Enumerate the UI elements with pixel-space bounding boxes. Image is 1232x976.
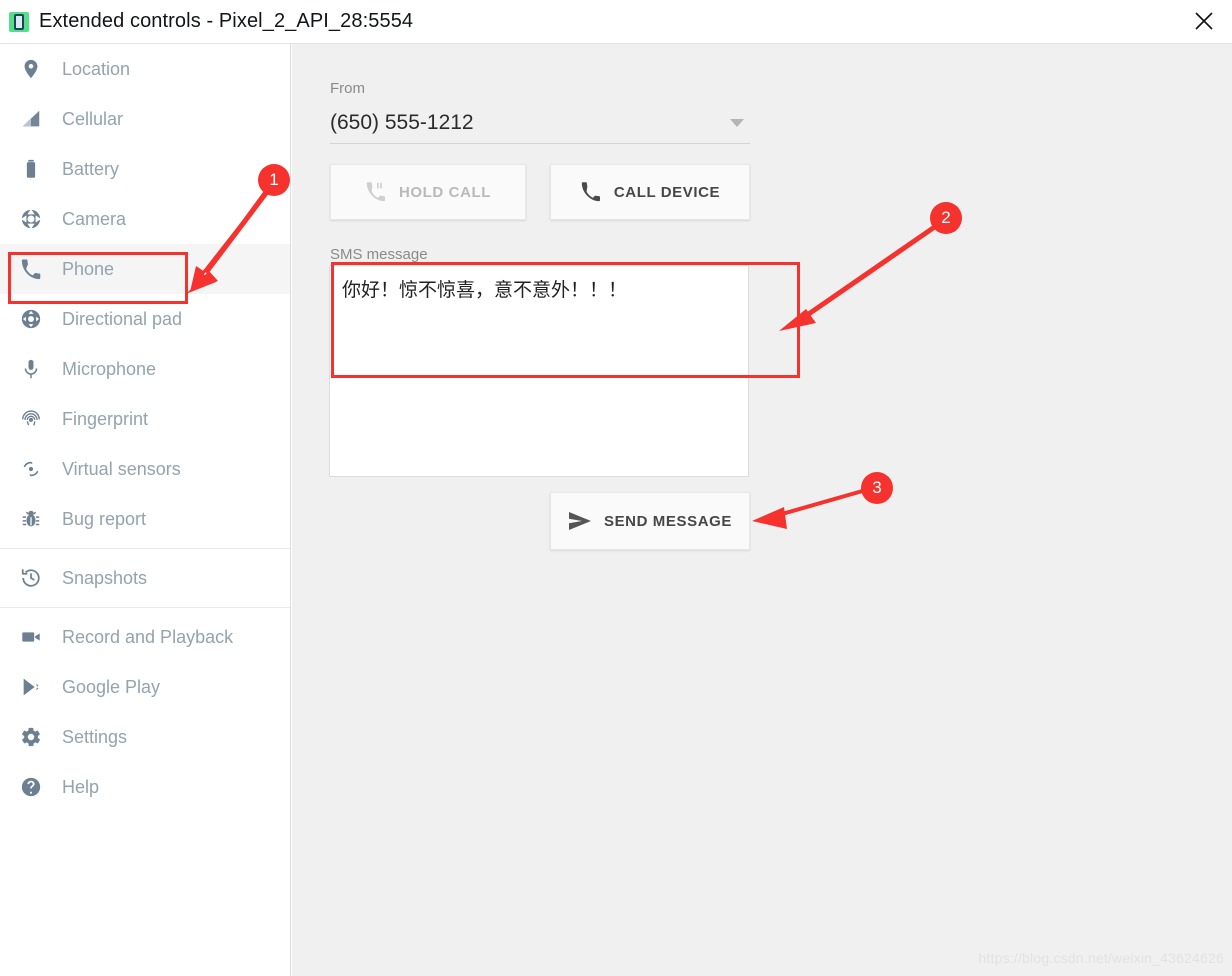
- sidebar-item-cellular[interactable]: Cellular: [0, 94, 290, 144]
- gear-icon: [18, 724, 44, 750]
- battery-icon: [18, 156, 44, 182]
- sidebar-item-label: Bug report: [62, 508, 147, 529]
- sidebar-item-phone[interactable]: Phone: [0, 244, 290, 294]
- android-emulator-icon: [9, 11, 29, 32]
- phone-handset-icon: [580, 181, 602, 203]
- close-icon[interactable]: [1182, 2, 1226, 40]
- location-pin-icon: [18, 56, 44, 82]
- call-device-label: CALL DEVICE: [613, 183, 721, 201]
- sidebar-item-battery[interactable]: Battery: [0, 144, 290, 194]
- sidebar-item-label: Microphone: [62, 358, 157, 379]
- phone-handset-icon: [18, 256, 44, 282]
- from-number-value: (650) 555-1212: [330, 110, 474, 134]
- sidebar-item-microphone[interactable]: Microphone: [0, 344, 290, 394]
- sidebar-item-bug-report[interactable]: Bug report: [0, 494, 290, 544]
- fingerprint-icon: [18, 406, 44, 432]
- sidebar-item-label: Location: [62, 58, 131, 79]
- help-circle-icon: [18, 774, 44, 800]
- hold-call-label: HOLD CALL: [398, 183, 492, 201]
- sidebar-item-label: Cellular: [62, 108, 124, 129]
- sidebar-item-help[interactable]: Help: [0, 762, 290, 812]
- cellular-signal-icon: [18, 106, 44, 132]
- sidebar-item-google-play[interactable]: Google Play: [0, 662, 290, 712]
- history-clock-icon: [18, 565, 44, 591]
- chevron-down-icon: [730, 118, 744, 127]
- watermark-text: https://blog.csdn.net/weixin_43624626: [978, 950, 1224, 966]
- hold-call-button[interactable]: HOLD CALL: [330, 164, 526, 220]
- sidebar-item-label: Google Play: [62, 676, 161, 697]
- sidebar-item-label: Record and Playback: [62, 626, 234, 647]
- phone-panel: From (650) 555-1212 HOLD CALL CALL DEVIC…: [292, 44, 1232, 976]
- sidebar-item-virtual-sensors[interactable]: Virtual sensors: [0, 444, 290, 494]
- call-device-button[interactable]: CALL DEVICE: [550, 164, 750, 220]
- sidebar-item-snapshots[interactable]: Snapshots: [0, 553, 290, 603]
- microphone-icon: [18, 356, 44, 382]
- sidebar-divider: [0, 548, 290, 549]
- phone-glyph: [14, 13, 24, 30]
- sidebar-item-label: Directional pad: [62, 308, 183, 329]
- virtual-sensors-icon: [18, 456, 44, 482]
- sidebar-item-location[interactable]: Location: [0, 44, 290, 94]
- send-message-button[interactable]: SEND MESSAGE: [550, 492, 750, 550]
- from-number-dropdown[interactable]: (650) 555-1212: [330, 102, 750, 144]
- camera-aperture-icon: [18, 206, 44, 232]
- sidebar-item-directional-pad[interactable]: Directional pad: [0, 294, 290, 344]
- sidebar-item-fingerprint[interactable]: Fingerprint: [0, 394, 290, 444]
- send-paper-plane-icon: [568, 511, 592, 531]
- sidebar-item-label: Phone: [62, 258, 115, 279]
- from-label: From: [330, 80, 365, 97]
- sidebar-item-label: Virtual sensors: [62, 458, 181, 479]
- video-camera-icon: [18, 624, 44, 650]
- sidebar-item-label: Camera: [62, 208, 127, 229]
- window-titlebar: Extended controls - Pixel_2_API_28:5554: [0, 0, 1232, 44]
- sms-message-input[interactable]: [329, 265, 749, 477]
- sms-message-label: SMS message: [330, 246, 428, 263]
- send-message-label: SEND MESSAGE: [603, 512, 733, 530]
- google-play-icon: [18, 674, 44, 700]
- sidebar-item-label: Help: [62, 776, 100, 797]
- bug-icon: [18, 506, 44, 532]
- sidebar-item-settings[interactable]: Settings: [0, 712, 290, 762]
- sidebar: Location Cellular Battery Camera Phone D…: [0, 44, 291, 976]
- sidebar-divider: [0, 607, 290, 608]
- sidebar-item-record-and-playback[interactable]: Record and Playback: [0, 612, 290, 662]
- sidebar-item-label: Snapshots: [62, 567, 148, 588]
- directional-pad-icon: [18, 306, 44, 332]
- phone-pause-icon: [365, 181, 387, 203]
- sidebar-item-label: Battery: [62, 158, 120, 179]
- window-title: Extended controls - Pixel_2_API_28:5554: [39, 10, 414, 32]
- sidebar-item-label: Settings: [62, 726, 128, 747]
- sidebar-item-label: Fingerprint: [62, 408, 149, 429]
- sidebar-item-camera[interactable]: Camera: [0, 194, 290, 244]
